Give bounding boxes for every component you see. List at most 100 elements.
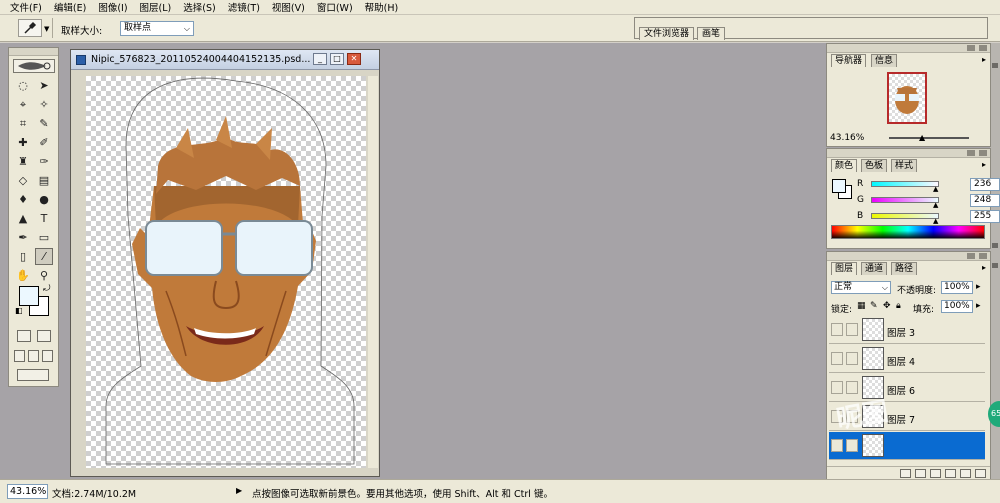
tab-layers[interactable]: 图层 bbox=[831, 262, 858, 275]
healing-brush-icon[interactable]: ✚ bbox=[14, 134, 32, 151]
palette-menu-icon[interactable]: ▸ bbox=[982, 55, 986, 64]
palette-header[interactable] bbox=[827, 252, 990, 261]
tab-paths[interactable]: 路径 bbox=[891, 262, 918, 275]
screen-mode-full-menu-button[interactable] bbox=[28, 350, 39, 362]
menu-item[interactable]: 图像(I) bbox=[98, 0, 127, 14]
layer-row[interactable]: 图层 4 bbox=[829, 345, 985, 373]
maximize-button[interactable]: □ bbox=[330, 53, 344, 65]
tab-styles[interactable]: 样式 bbox=[891, 159, 918, 172]
minimize-button[interactable]: _ bbox=[313, 53, 327, 65]
marquee-tool-icon[interactable]: ◌ bbox=[14, 77, 32, 94]
shape-tool-icon[interactable]: ▭ bbox=[35, 229, 53, 246]
palette-header[interactable] bbox=[827, 149, 990, 158]
channel-slider[interactable] bbox=[871, 181, 939, 187]
navigator-thumbnail[interactable] bbox=[887, 72, 927, 124]
magic-wand-icon[interactable]: ✧ bbox=[35, 96, 53, 113]
channel-value-field[interactable]: 248 bbox=[970, 193, 1000, 207]
lock-transparency-icon[interactable]: ▦ bbox=[857, 301, 866, 311]
notes-tool-icon[interactable]: ▯ bbox=[14, 248, 32, 265]
standard-mode-button[interactable] bbox=[17, 330, 31, 342]
lock-all-icon[interactable]: 🔒︎ bbox=[896, 301, 901, 311]
adobe-online-button[interactable] bbox=[13, 59, 55, 73]
lock-image-icon[interactable]: ✎ bbox=[870, 301, 878, 311]
minimize-palette-icon[interactable] bbox=[967, 150, 975, 156]
fill-arrow-icon[interactable]: ▸ bbox=[976, 301, 981, 311]
menu-item[interactable]: 图层(L) bbox=[140, 0, 172, 14]
blur-tool-icon[interactable]: ♦ bbox=[14, 191, 32, 208]
gradient-tool-icon[interactable]: ▤ bbox=[35, 172, 53, 189]
tab-swatches[interactable]: 色板 bbox=[861, 159, 888, 172]
minimize-palette-icon[interactable] bbox=[967, 45, 975, 51]
quick-mask-button[interactable] bbox=[37, 330, 51, 342]
slice-tool-icon[interactable]: ✎ bbox=[35, 115, 53, 132]
slider-knob-icon[interactable]: ▲ bbox=[919, 133, 925, 142]
default-colors-icon[interactable]: ◧ bbox=[15, 306, 23, 315]
link-toggle[interactable] bbox=[846, 381, 858, 394]
menu-item[interactable]: 视图(V) bbox=[272, 0, 305, 14]
zoom-input[interactable]: 43.16% bbox=[7, 484, 48, 499]
blend-mode-select[interactable]: 正常 ⌵ bbox=[831, 281, 891, 294]
opacity-arrow-icon[interactable]: ▸ bbox=[976, 282, 981, 292]
link-toggle[interactable] bbox=[846, 352, 858, 365]
visibility-toggle[interactable] bbox=[831, 352, 843, 365]
menu-item[interactable]: 选择(S) bbox=[183, 0, 215, 14]
lock-position-icon[interactable]: ✥ bbox=[883, 301, 891, 311]
swap-colors-icon[interactable]: ⤾ bbox=[43, 284, 51, 294]
slider-knob-icon[interactable]: ▲ bbox=[933, 201, 938, 209]
channel-value-field[interactable]: 236 bbox=[970, 177, 1000, 191]
minimize-palette-icon[interactable] bbox=[967, 253, 975, 259]
visibility-toggle[interactable] bbox=[831, 381, 843, 394]
dodge-tool-icon[interactable]: ● bbox=[35, 191, 53, 208]
tab-channels[interactable]: 通道 bbox=[861, 262, 888, 275]
palette-header[interactable] bbox=[827, 44, 990, 53]
adjustment-layer-icon[interactable] bbox=[945, 469, 956, 478]
tab-brushes[interactable]: 画笔 bbox=[697, 27, 726, 40]
navigator-zoom-slider[interactable] bbox=[889, 137, 969, 139]
type-tool-icon[interactable]: T bbox=[35, 210, 53, 227]
close-button[interactable]: ✕ bbox=[347, 53, 361, 65]
screen-mode-standard-button[interactable] bbox=[14, 350, 25, 362]
chevron-down-icon[interactable]: ▼ bbox=[44, 25, 49, 33]
new-layer-icon[interactable] bbox=[960, 469, 971, 478]
layer-row[interactable] bbox=[829, 432, 985, 460]
visibility-toggle[interactable] bbox=[831, 439, 843, 452]
zoom-tool-icon[interactable]: ⚲ bbox=[35, 267, 53, 284]
close-palette-icon[interactable] bbox=[979, 253, 987, 259]
trash-icon[interactable] bbox=[975, 469, 986, 478]
lasso-tool-icon[interactable]: ⌖ bbox=[14, 96, 32, 113]
layer-style-icon[interactable] bbox=[900, 469, 911, 478]
channel-slider[interactable] bbox=[871, 197, 939, 203]
history-brush-icon[interactable]: ✑ bbox=[35, 153, 53, 170]
document-canvas[interactable] bbox=[86, 76, 366, 468]
menu-item[interactable]: 编辑(E) bbox=[54, 0, 86, 14]
screen-mode-full-button[interactable] bbox=[42, 350, 53, 362]
clone-stamp-icon[interactable]: ♜ bbox=[14, 153, 32, 170]
path-select-icon[interactable]: ▲ bbox=[14, 210, 32, 227]
tab-info[interactable]: 信息 bbox=[871, 54, 898, 67]
tab-navigator[interactable]: 导航器 bbox=[831, 54, 867, 67]
menu-item[interactable]: 滤镜(T) bbox=[228, 0, 260, 14]
eraser-tool-icon[interactable]: ◇ bbox=[14, 172, 32, 189]
navigator-zoom-value[interactable]: 43.16% bbox=[830, 133, 864, 143]
pen-tool-icon[interactable]: ✒ bbox=[14, 229, 32, 246]
jump-to-imageready-button[interactable] bbox=[17, 369, 49, 381]
channel-slider[interactable] bbox=[871, 213, 939, 219]
hand-tool-icon[interactable]: ✋ bbox=[14, 267, 32, 284]
link-toggle[interactable] bbox=[846, 439, 858, 452]
toolbox-header[interactable] bbox=[9, 48, 58, 56]
channel-value-field[interactable]: 255 bbox=[970, 209, 1000, 223]
color-foreground-swatch[interactable] bbox=[832, 179, 846, 193]
palette-menu-icon[interactable]: ▸ bbox=[982, 263, 986, 272]
slider-knob-icon[interactable]: ▲ bbox=[933, 185, 938, 193]
layer-mask-icon[interactable] bbox=[915, 469, 926, 478]
document-title-bar[interactable]: Nipic_576823_20110524004404152135.psd...… bbox=[71, 50, 379, 70]
palette-menu-icon[interactable]: ▸ bbox=[982, 160, 986, 169]
menu-item[interactable]: 帮助(H) bbox=[365, 0, 399, 14]
move-tool-icon[interactable]: ➤ bbox=[35, 77, 53, 94]
tab-file-browser[interactable]: 文件浏览器 bbox=[639, 27, 695, 40]
link-toggle[interactable] bbox=[846, 323, 858, 336]
visibility-toggle[interactable] bbox=[831, 323, 843, 336]
color-spectrum-bar[interactable] bbox=[831, 225, 985, 239]
document-info[interactable]: 文档:2.74M/10.2M bbox=[52, 486, 136, 500]
menu-item[interactable]: 文件(F) bbox=[10, 0, 42, 14]
